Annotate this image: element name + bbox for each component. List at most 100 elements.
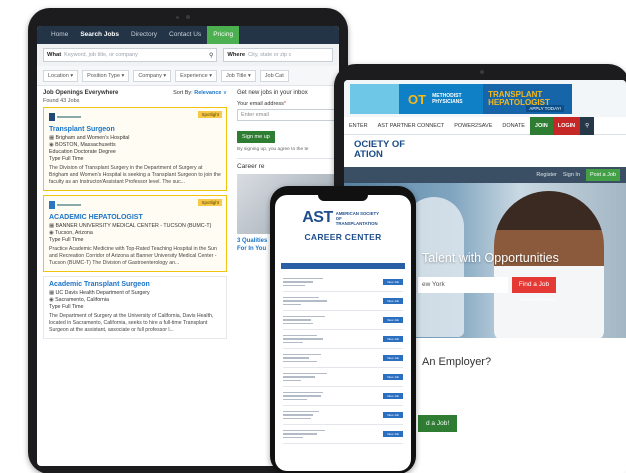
- phone-header: AST AMERICAN SOCIETY OF TRANSPLANTATION …: [275, 195, 411, 263]
- job-title[interactable]: ACADEMIC HEPATOLOGIST: [49, 214, 221, 221]
- list-item[interactable]: View Job: [283, 387, 403, 406]
- job-type: Type Full Time: [49, 237, 84, 243]
- spotlight-badge: Spotlight: [198, 111, 222, 118]
- where-label: Where: [227, 52, 246, 58]
- register-link[interactable]: Register: [536, 172, 556, 178]
- nav-directory[interactable]: Directory: [125, 26, 163, 44]
- view-job-button[interactable]: View Job: [383, 374, 403, 380]
- site-title: OCIETY OF ATION: [354, 139, 406, 160]
- nav-center[interactable]: ENTER: [344, 117, 373, 135]
- job-company: ▦ BANNER UNIVERSITY MEDICAL CENTER - TUC…: [49, 223, 212, 229]
- search-icon[interactable]: ⚲: [580, 116, 595, 135]
- job-description: Practice Academic Medicine with Top-Rate…: [49, 246, 217, 266]
- hero-title: Talent with Opportunities: [422, 251, 559, 265]
- nav-partner-connect[interactable]: AST PARTNER CONNECT: [373, 117, 450, 135]
- search-icon[interactable]: ⚲: [209, 52, 213, 59]
- phone-job-list: View Job View Job View Job View Job View Job…: [275, 269, 411, 444]
- view-job-button[interactable]: View Job: [383, 298, 403, 304]
- job-card[interactable]: Spotlight Transplant Surgeon ▦ Brigham a…: [43, 107, 227, 191]
- phone-notch: [318, 192, 368, 201]
- list-item[interactable]: View Job: [283, 330, 403, 349]
- list-item-text: [283, 315, 325, 325]
- sign-up-button[interactable]: Sign me up: [237, 131, 275, 143]
- login-button[interactable]: LOGIN: [552, 116, 581, 135]
- ast-logo[interactable]: AST AMERICAN SOCIETY OF TRANSPLANTATION: [275, 209, 411, 227]
- find-job-button[interactable]: Find a Job: [512, 277, 556, 293]
- nav-power2save[interactable]: POWER2SAVE: [449, 117, 497, 135]
- where-placeholder: City, state or zip c: [248, 52, 292, 58]
- list-item-text: [283, 372, 327, 382]
- job-type: Type Full Time: [49, 156, 84, 162]
- join-button[interactable]: JOIN: [529, 116, 553, 135]
- list-item[interactable]: View Job: [283, 406, 403, 425]
- what-label: What: [47, 52, 62, 58]
- banner-apply-button[interactable]: APPLY TODAY!: [526, 105, 564, 112]
- nav-pricing[interactable]: Pricing: [207, 26, 240, 44]
- phone-screen: AST AMERICAN SOCIETY OF TRANSPLANTATION …: [275, 195, 411, 471]
- job-location: ◉ Sacramento, California: [49, 297, 109, 303]
- list-item[interactable]: View Job: [283, 368, 403, 387]
- post-job-button[interactable]: Post a Job: [586, 169, 620, 181]
- pin-icon: ◉: [49, 142, 54, 148]
- list-item[interactable]: View Job: [283, 349, 403, 368]
- what-placeholder: Keyword, job title, or company: [64, 52, 138, 58]
- filter-location[interactable]: Location ▾: [43, 69, 79, 82]
- results-count: Found 43 Jobs: [43, 98, 80, 104]
- sort-dropdown[interactable]: Sort By: Relevance ∨: [173, 90, 227, 96]
- list-item-text: [283, 277, 323, 287]
- list-item[interactable]: View Job: [283, 273, 403, 292]
- nav-donate[interactable]: DONATE: [497, 117, 530, 135]
- list-heading: Job Openings Everywhere: [43, 90, 119, 96]
- list-item[interactable]: View Job: [283, 425, 403, 444]
- location-input[interactable]: ew York: [418, 277, 508, 293]
- list-item-text: [283, 353, 321, 363]
- view-job-button[interactable]: View Job: [383, 412, 403, 418]
- job-company: ▦ UC Davis Health Department of Surgery: [49, 290, 150, 296]
- banner-sponsor: METHODIST PHYSICIANS: [432, 93, 463, 105]
- sign-in-link[interactable]: Sign In: [563, 172, 580, 178]
- ad-banner[interactable]: OT METHODIST PHYSICIANS TRANSPLANT HEPATO…: [344, 80, 626, 117]
- job-card[interactable]: Spotlight ACADEMIC HEPATOLOGIST ▦ BANNER…: [43, 195, 227, 272]
- job-card[interactable]: Academic Transplant Surgeon ▦ UC Davis H…: [43, 276, 227, 339]
- list-item[interactable]: View Job: [283, 292, 403, 311]
- nav-search-jobs[interactable]: Search Jobs: [74, 26, 125, 44]
- search-bar: What Keyword, job title, or company ⚲ Wh…: [37, 44, 339, 66]
- view-job-button[interactable]: View Job: [383, 279, 403, 285]
- company-logo: [49, 200, 83, 210]
- camera-icon: [186, 15, 190, 19]
- view-job-button[interactable]: View Job: [383, 336, 403, 342]
- what-field[interactable]: What Keyword, job title, or company ⚲: [43, 48, 218, 62]
- banner-ot-logo: OT: [408, 91, 427, 107]
- filter-job-title[interactable]: Job Title ▾: [220, 69, 256, 82]
- pin-icon: ◉: [49, 297, 54, 303]
- where-field[interactable]: Where City, state or zip c: [223, 48, 333, 62]
- post-job-cta[interactable]: d a Job!: [418, 415, 458, 432]
- list-item-text: [283, 334, 323, 344]
- job-description: The Department of Surgery at the Univers…: [49, 313, 214, 333]
- list-item-text: [283, 296, 327, 306]
- view-job-button[interactable]: View Job: [383, 355, 403, 361]
- building-icon: ▦: [49, 135, 55, 141]
- filter-experience[interactable]: Experience ▾: [175, 69, 217, 82]
- list-item-text: [283, 391, 323, 401]
- view-job-button[interactable]: View Job: [383, 317, 403, 323]
- job-list: Job Openings Everywhere Sort By: Relevan…: [37, 86, 233, 347]
- job-title[interactable]: Transplant Surgeon: [49, 126, 221, 133]
- list-item[interactable]: View Job: [283, 311, 403, 330]
- view-job-button[interactable]: View Job: [383, 431, 403, 437]
- sensor-icon: [176, 16, 179, 19]
- job-type: Type Full Time: [49, 304, 84, 310]
- building-icon: ▦: [49, 223, 55, 229]
- divider: [237, 158, 335, 159]
- filter-company[interactable]: Company ▾: [133, 69, 172, 82]
- nav-contact-us[interactable]: Contact Us: [163, 26, 207, 44]
- advanced-search-link[interactable]: Advanced Search: [520, 297, 556, 302]
- filter-position-type[interactable]: Position Type ▾: [82, 69, 130, 82]
- filter-job-category[interactable]: Job Cat: [259, 69, 289, 82]
- view-job-button[interactable]: View Job: [383, 393, 403, 399]
- email-field[interactable]: Enter email: [237, 109, 335, 121]
- list-item-text: [283, 410, 319, 420]
- nav-home[interactable]: Home: [45, 26, 74, 44]
- job-title[interactable]: Academic Transplant Surgeon: [49, 281, 221, 288]
- job-education: Education Doctorate Degree: [49, 149, 116, 155]
